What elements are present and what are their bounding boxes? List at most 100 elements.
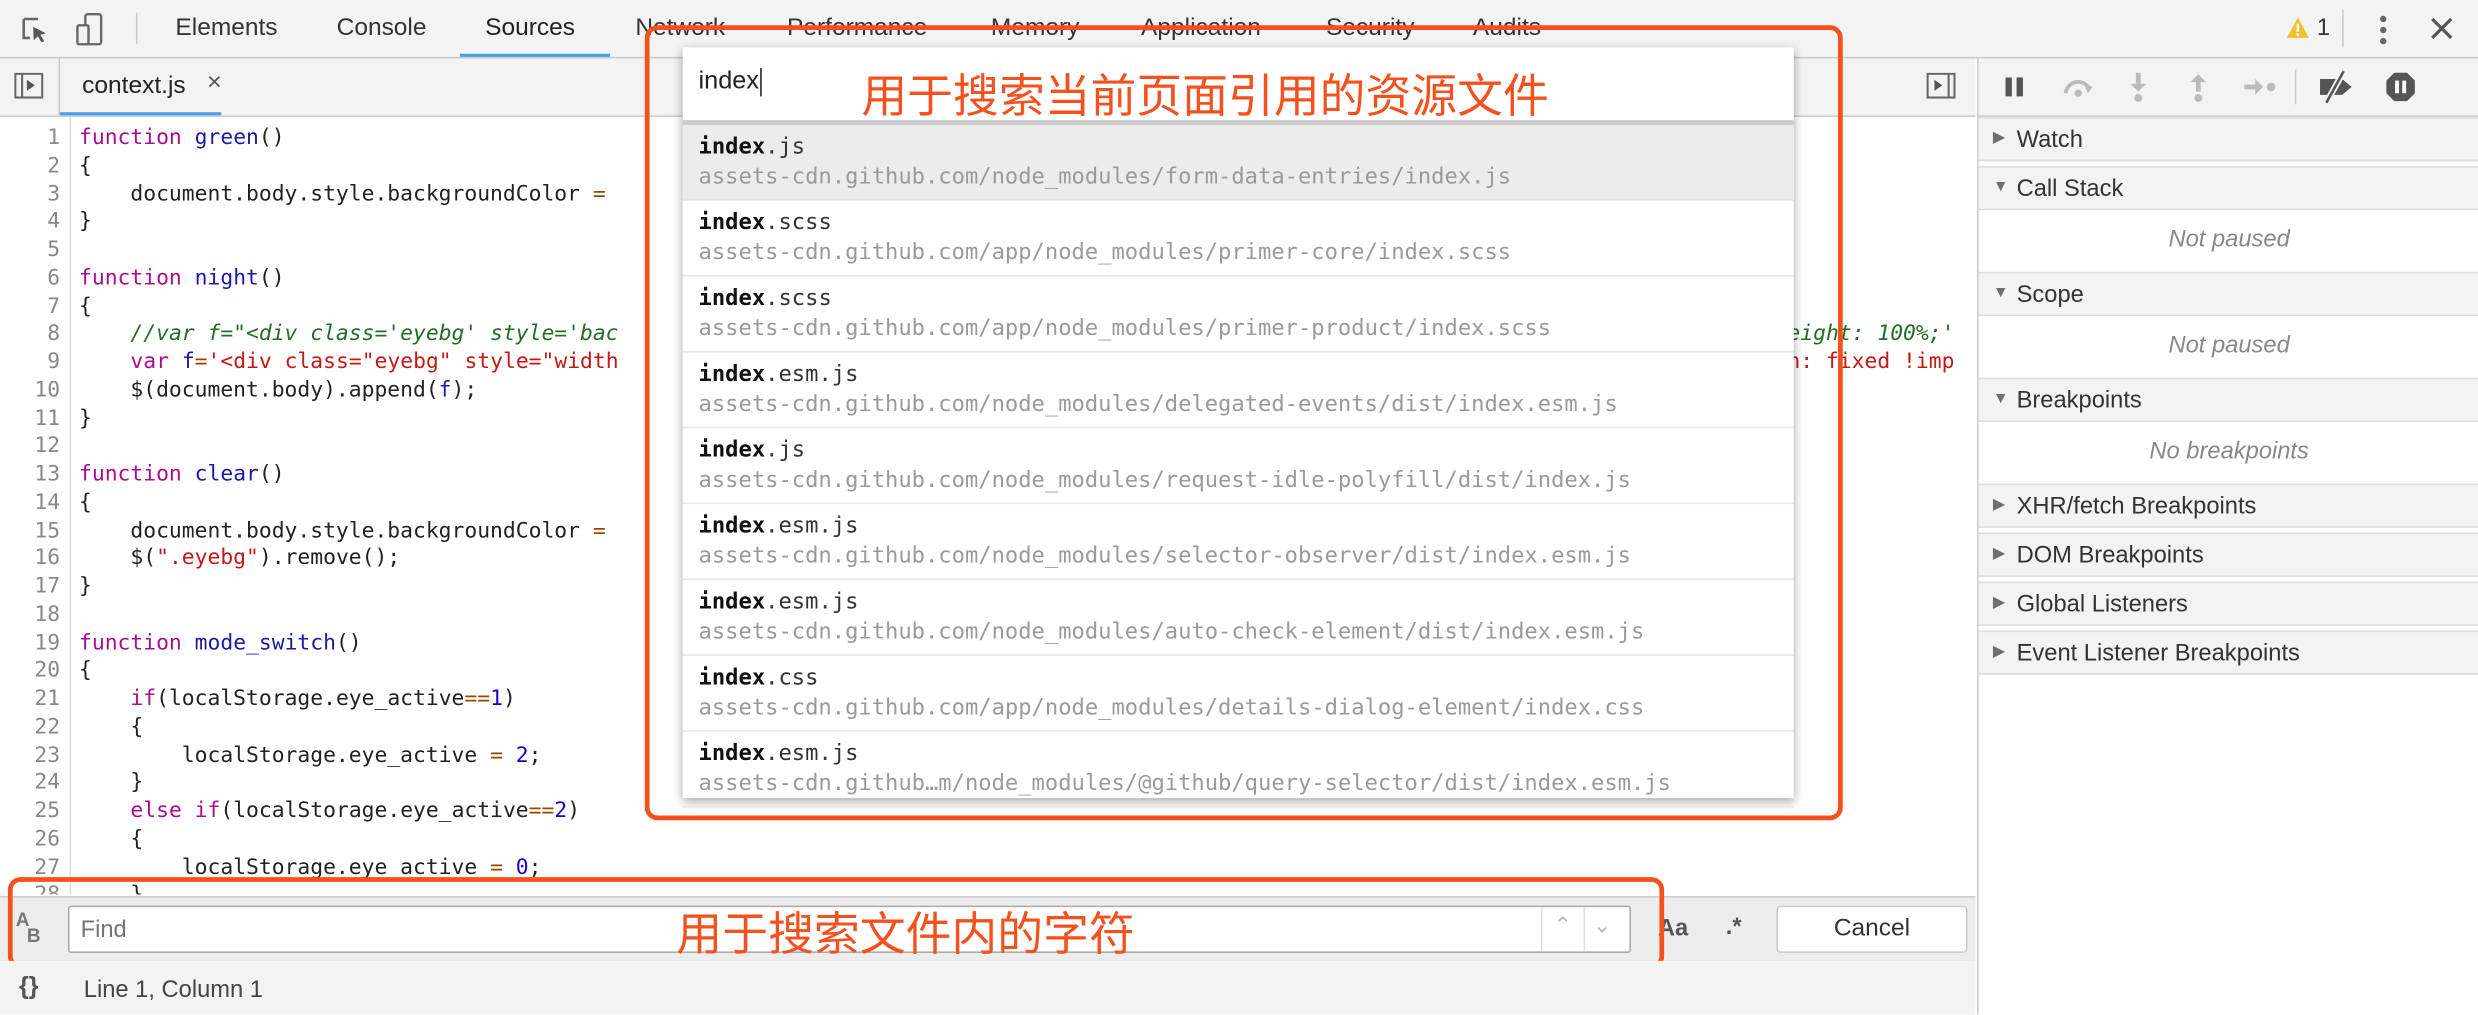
deactivate-breakpoints-icon[interactable] — [2317, 69, 2355, 105]
line-number[interactable]: 25 — [0, 798, 60, 823]
line-number[interactable]: 3 — [0, 181, 60, 206]
line-number[interactable]: 15 — [0, 518, 60, 543]
line-number[interactable]: 5 — [0, 237, 60, 262]
code-token: = — [592, 180, 606, 207]
step-into-icon[interactable] — [2127, 72, 2149, 105]
line-number[interactable]: 13 — [0, 461, 60, 486]
code-line[interactable]: } — [79, 209, 92, 234]
sidebar-section-event-listener-breakpoints[interactable]: ▶ Event Listener Breakpoints — [1978, 630, 2478, 675]
regex-button[interactable]: .* — [1726, 913, 1742, 940]
line-number[interactable]: 20 — [0, 658, 60, 683]
line-number[interactable]: 11 — [0, 405, 60, 430]
line-number[interactable]: 9 — [0, 349, 60, 374]
code-line[interactable]: $(".eyebg").remove(); — [79, 546, 400, 571]
pause-on-exceptions-icon[interactable] — [2385, 71, 2417, 103]
line-number[interactable]: 8 — [0, 321, 60, 346]
step-out-icon[interactable] — [2187, 73, 2209, 105]
code-token: localStorage.eye_active — [79, 854, 491, 880]
tab-console[interactable]: Console — [337, 0, 427, 57]
warning-count[interactable]: 1 — [2317, 14, 2330, 41]
line-number[interactable]: 18 — [0, 602, 60, 627]
code-line[interactable]: document.body.style.backgroundColor = — [79, 180, 606, 207]
line-number[interactable]: 6 — [0, 265, 60, 290]
code-line[interactable]: //var f="<div class='eyebg' style='bac — [79, 321, 619, 347]
line-number[interactable]: 2 — [0, 153, 60, 178]
line-number[interactable]: 14 — [0, 490, 60, 515]
line-number[interactable]: 23 — [0, 742, 60, 767]
code-line[interactable]: } — [79, 574, 92, 599]
inspect-element-icon[interactable] — [19, 14, 51, 46]
code-line[interactable]: function green() — [79, 125, 285, 150]
code-token: (localStorage.eye_active — [220, 798, 529, 824]
code-line[interactable]: { — [79, 153, 92, 178]
sidebar-section-breakpoints[interactable]: ▼ Breakpoints — [1978, 377, 2478, 422]
line-number[interactable]: 26 — [0, 826, 60, 851]
annotation-box-find — [7, 877, 1665, 969]
toggle-debugger-icon[interactable] — [1926, 72, 1957, 100]
code-line[interactable]: var f='<div class="eyebg" style="width — [79, 349, 618, 375]
line-number[interactable]: 4 — [0, 209, 60, 234]
device-toolbar-icon[interactable] — [76, 13, 104, 48]
code-line[interactable]: localStorage.eye_active = 2; — [79, 742, 542, 767]
code-token: f — [181, 349, 195, 375]
code-line[interactable]: } — [79, 770, 143, 795]
code-line[interactable]: else if(localStorage.eye_active==2) — [79, 798, 580, 823]
code-line[interactable]: document.body.style.backgroundColor = — [79, 518, 605, 543]
line-number[interactable]: 16 — [0, 546, 60, 571]
code-line[interactable]: function night() — [79, 265, 285, 290]
code-line[interactable]: localStorage.eye_active = 0; — [79, 854, 542, 879]
sidebar-section-call-stack[interactable]: ▼ Call Stack — [1978, 165, 2478, 211]
file-tab-context-js[interactable]: context.js — [82, 73, 185, 101]
code-token: function — [79, 124, 182, 151]
code-line[interactable]: { — [79, 293, 92, 318]
code-line[interactable]: { — [79, 658, 92, 683]
line-number[interactable]: 27 — [0, 854, 60, 879]
sidebar-section-xhr-fetch-breakpoints[interactable]: ▶ XHR/fetch Breakpoints — [1978, 483, 2478, 528]
sidebar-section-scope[interactable]: ▼ Scope — [1978, 271, 2478, 317]
code-line[interactable]: } — [79, 405, 92, 430]
step-icon[interactable] — [2244, 76, 2279, 98]
warning-icon[interactable] — [2285, 16, 2310, 40]
close-devtools-icon[interactable] — [2431, 17, 2453, 40]
code-token: if — [130, 685, 157, 712]
sidebar-section-global-listeners[interactable]: ▶ Global Listeners — [1978, 581, 2478, 626]
line-number[interactable]: 19 — [0, 630, 60, 655]
line-number[interactable]: 22 — [0, 714, 60, 739]
code-line[interactable]: if(localStorage.eye_active==1) — [79, 686, 516, 711]
code-line[interactable]: $(document.body).append(f); — [79, 377, 477, 402]
sidebar-section-dom-breakpoints[interactable]: ▶ DOM Breakpoints — [1978, 532, 2478, 577]
close-tab-icon[interactable]: × — [207, 70, 222, 98]
active-file-indicator — [60, 112, 222, 116]
toggle-navigator-icon[interactable] — [14, 72, 44, 100]
sidebar-section-watch[interactable]: ▶ Watch — [1978, 116, 2478, 162]
pause-icon[interactable] — [2004, 76, 2026, 98]
line-number[interactable]: 10 — [0, 377, 60, 402]
more-options-icon[interactable] — [2377, 14, 2390, 46]
collapsed-triangle-icon: ▶ — [1992, 594, 2006, 612]
tab-elements[interactable]: Elements — [175, 0, 277, 57]
active-tab-indicator — [459, 53, 611, 57]
code-token: //var f="<div class='eyebg' style='bac — [130, 321, 619, 347]
line-number[interactable]: 17 — [0, 574, 60, 599]
cancel-button[interactable]: Cancel — [1776, 905, 1968, 953]
line-number[interactable]: 7 — [0, 293, 60, 318]
code-token: localStorage.eye_active — [79, 741, 491, 768]
code-token: mode_switch — [194, 629, 336, 656]
line-number[interactable]: 1 — [0, 125, 60, 150]
code-line[interactable]: function clear() — [79, 461, 285, 486]
code-token: ) — [567, 798, 581, 824]
code-line[interactable]: function mode_switch() — [79, 630, 362, 655]
debugger-toolbar — [1977, 58, 2478, 117]
step-over-icon[interactable] — [2061, 74, 2096, 99]
code-line[interactable]: { — [79, 714, 143, 739]
line-number[interactable]: 21 — [0, 686, 60, 711]
line-number[interactable]: 12 — [0, 433, 60, 458]
code-token: () — [258, 265, 285, 291]
code-line[interactable]: { — [79, 490, 92, 515]
line-number[interactable]: 24 — [0, 770, 60, 795]
tab-sources[interactable]: Sources — [485, 0, 575, 57]
pretty-print-icon[interactable]: {} — [19, 974, 39, 1002]
code-line[interactable]: { — [79, 826, 143, 851]
code-token: night — [194, 265, 259, 291]
